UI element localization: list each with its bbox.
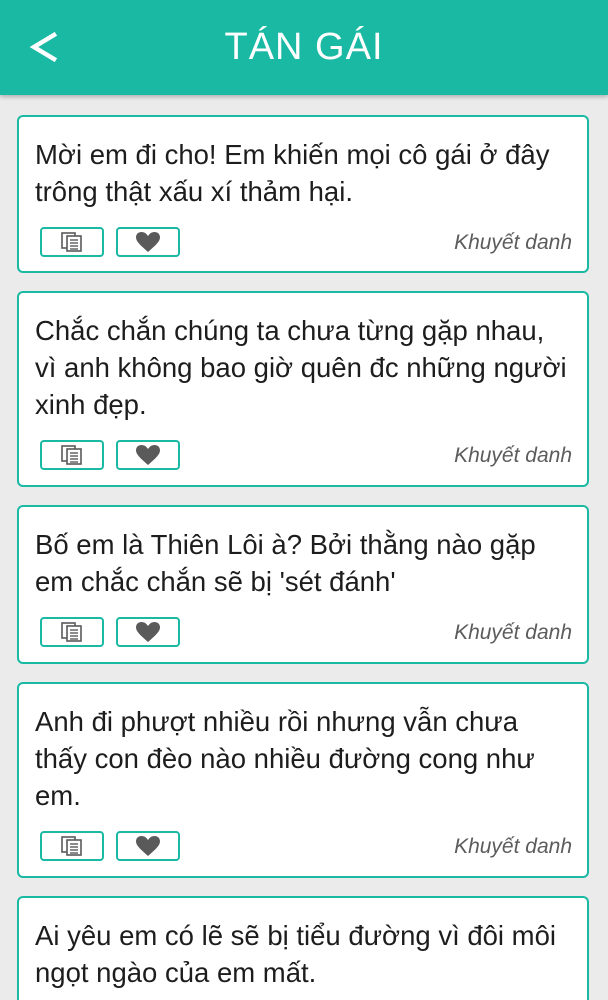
page-title: TÁN GÁI: [224, 26, 384, 68]
quote-card: Chắc chắn chúng ta chưa từng gặp nhau, v…: [17, 291, 589, 487]
quote-text: Mời em đi cho! Em khiến mọi cô gái ở đây…: [35, 139, 550, 207]
copy-button[interactable]: [40, 440, 104, 470]
quote-card: Ai yêu em có lẽ sẽ bị tiểu đường vì đôi …: [17, 896, 589, 1000]
quote-card: Anh đi phượt nhiều rồi nhưng vẫn chưa th…: [17, 682, 589, 878]
author-label: Khuyết danh: [454, 621, 572, 644]
author-label: Khuyết danh: [454, 444, 572, 467]
copy-button[interactable]: [40, 227, 104, 257]
heart-icon: [136, 622, 160, 642]
copy-button[interactable]: [40, 617, 104, 647]
quote-card: Mời em đi cho! Em khiến mọi cô gái ở đây…: [17, 115, 589, 273]
quote-text: Bố em là Thiên Lôi à? Bởi thằng nào gặp …: [35, 529, 536, 597]
copy-icon: [61, 232, 82, 252]
heart-icon: [136, 232, 160, 252]
author-label: Khuyết danh: [454, 835, 572, 858]
copy-button[interactable]: [40, 831, 104, 861]
favorite-button[interactable]: [116, 831, 180, 861]
copy-icon: [61, 445, 82, 465]
favorite-button[interactable]: [116, 440, 180, 470]
quote-list[interactable]: Mời em đi cho! Em khiến mọi cô gái ở đây…: [0, 95, 608, 1000]
quote-text: Anh đi phượt nhiều rồi nhưng vẫn chưa th…: [35, 706, 535, 811]
quote-card: Bố em là Thiên Lôi à? Bởi thằng nào gặp …: [17, 505, 589, 664]
quote-text: Chắc chắn chúng ta chưa từng gặp nhau, v…: [35, 315, 567, 420]
heart-icon: [136, 836, 160, 856]
copy-icon: [61, 622, 82, 642]
favorite-button[interactable]: [116, 617, 180, 647]
app-bar: TÁN GÁI: [0, 0, 608, 95]
favorite-button[interactable]: [116, 227, 180, 257]
author-label: Khuyết danh: [454, 231, 572, 254]
heart-icon: [136, 445, 160, 465]
copy-icon: [61, 836, 82, 856]
quote-text: Ai yêu em có lẽ sẽ bị tiểu đường vì đôi …: [35, 920, 556, 988]
